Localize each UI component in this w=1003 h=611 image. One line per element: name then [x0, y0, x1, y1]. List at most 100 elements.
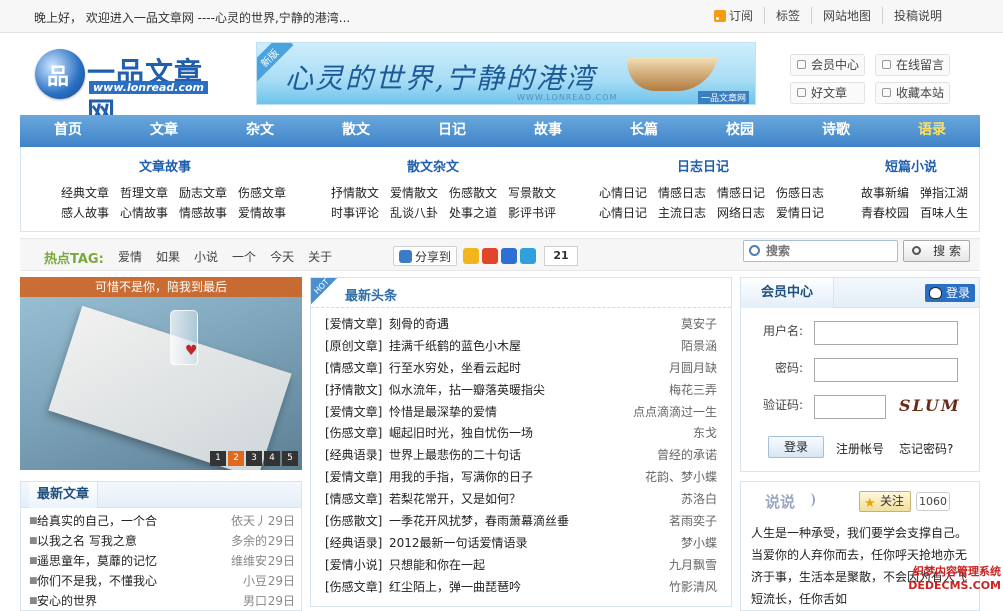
nav-long-novels[interactable]: 长篇: [596, 115, 692, 147]
search-input[interactable]: [766, 243, 894, 259]
subnav-link[interactable]: 爱情散文: [390, 184, 438, 201]
list-item[interactable]: ■ 遥思童年，莫蘼的记忆 维维安 29日: [29, 551, 295, 571]
nav-poetry[interactable]: 诗歌: [788, 115, 884, 147]
subnav-group-title[interactable]: 日志日记: [677, 156, 729, 175]
list-item[interactable]: [伤感文章] 红尘陌上，弹一曲琵琶吟 竹影清风: [325, 577, 717, 599]
username-field[interactable]: [814, 321, 958, 345]
subnav-row: 感人故事 心情故事 情感故事 爱情故事: [61, 204, 297, 221]
subnav-link[interactable]: 经典文章: [61, 184, 109, 201]
list-item[interactable]: [伤感散文] 一季花开风扰梦，春雨萧幕滴丝垂 茗雨奕子: [325, 511, 717, 533]
subnav-link[interactable]: 伤感文章: [238, 184, 286, 201]
nav-home[interactable]: 首页: [20, 115, 116, 147]
nav-diary[interactable]: 日记: [404, 115, 500, 147]
nav-stories[interactable]: 故事: [500, 115, 596, 147]
password-field[interactable]: [814, 358, 958, 382]
subnav-group-title[interactable]: 散文杂文: [407, 156, 459, 175]
sitemap-link[interactable]: 网站地图: [810, 7, 882, 24]
list-item[interactable]: ■ 安心的世界 男口 29日: [29, 591, 295, 611]
tags-link[interactable]: 标签: [763, 7, 811, 24]
subnav-link[interactable]: 弹指江湖: [920, 184, 968, 201]
follow-button[interactable]: ★ 关注: [859, 491, 911, 512]
list-item[interactable]: ■ 以我之名 写我之意 多余的 29日: [29, 531, 295, 551]
submission-link[interactable]: 投稿说明: [881, 7, 953, 24]
subnav-row: 青春校园 百味人生: [861, 204, 968, 221]
subnav-link[interactable]: 百味人生: [920, 204, 968, 221]
subnav-link[interactable]: 写景散文: [508, 184, 556, 201]
subnav-link[interactable]: 情感日志: [658, 184, 706, 201]
list-item[interactable]: [爱情文章] 刻骨的奇遇 莫安子: [325, 314, 717, 336]
subnav-link[interactable]: 情感日记: [717, 184, 765, 201]
list-item[interactable]: [经典语录] 2012最新一句话爱情语录 梦小蝶: [325, 533, 717, 555]
baidu-icon[interactable]: [501, 248, 518, 264]
list-item[interactable]: [爱情文章] 怜惜是最深挚的爱情 点点滴滴过一生: [325, 402, 717, 424]
list-item[interactable]: [原创文章] 挂满千纸鹤的蓝色小木屋 陌景涵: [325, 336, 717, 358]
subnav-link[interactable]: 时事评论: [331, 204, 379, 221]
subnav-link[interactable]: 乱谈八卦: [390, 204, 438, 221]
hot-tag[interactable]: 小说: [194, 250, 218, 264]
subnav-group-title[interactable]: 短篇小说: [885, 156, 937, 175]
slide-page-button[interactable]: 1: [210, 451, 226, 466]
nav-prose[interactable]: 散文: [308, 115, 404, 147]
subnav-link[interactable]: 伤感日志: [776, 184, 824, 201]
nav-campus[interactable]: 校园: [692, 115, 788, 147]
good-article-link[interactable]: 好文章: [790, 82, 865, 104]
subnav-link[interactable]: 哲理文章: [120, 184, 168, 201]
hot-tag[interactable]: 关于: [308, 250, 332, 264]
qzone-icon[interactable]: [463, 248, 480, 264]
list-item[interactable]: [伤感文章] 崛起旧时光，独自忧伤一场 东戈: [325, 423, 717, 445]
hot-tag[interactable]: 爱情: [118, 250, 142, 264]
list-item[interactable]: [经典语录] 世界上最悲伤的二十句话 曾经的承诺: [325, 445, 717, 467]
slide-page-button[interactable]: 5: [282, 451, 298, 466]
list-item[interactable]: ■ 给真实的自己，一个合 依天丿 29日: [29, 511, 295, 531]
guestbook-link[interactable]: 在线留言: [875, 54, 950, 76]
search-button[interactable]: 搜 索: [903, 240, 970, 262]
list-item[interactable]: [情感文章] 若梨花常开，又是如何？ 苏洛白: [325, 489, 717, 511]
list-item[interactable]: [爱情文章] 用我的手指，写满你的日子 花韵、梦小蝶: [325, 467, 717, 489]
register-link[interactable]: 注册帐号: [836, 440, 884, 457]
subnav-link[interactable]: 爱情故事: [238, 204, 286, 221]
hot-tag[interactable]: 一个: [232, 250, 256, 264]
slide-page-button[interactable]: 2: [228, 451, 244, 466]
weibo-icon[interactable]: [482, 248, 499, 264]
subnav-link[interactable]: 心情日记: [599, 184, 647, 201]
subnav-link[interactable]: 心情故事: [120, 204, 168, 221]
hot-tag[interactable]: 如果: [156, 250, 180, 264]
nav-articles[interactable]: 文章: [116, 115, 212, 147]
pengyou-icon[interactable]: [520, 248, 537, 264]
subnav-link[interactable]: 心情日记: [599, 204, 647, 221]
member-center-link[interactable]: 会员中心: [790, 54, 865, 76]
subnav-link[interactable]: 伤感散文: [449, 184, 497, 201]
subnav-link[interactable]: 网络日志: [717, 204, 765, 221]
list-item[interactable]: ■ 你们不是我，不懂我心 小豆 29日: [29, 571, 295, 591]
subnav-link[interactable]: 励志文章: [179, 184, 227, 201]
nav-quotes[interactable]: 语录: [884, 115, 980, 147]
subnav-link[interactable]: 情感故事: [179, 204, 227, 221]
site-logo[interactable]: 一品文章网 www.lonread.com: [35, 45, 220, 129]
bookmark-link[interactable]: 收藏本站: [875, 82, 950, 104]
subnav-link[interactable]: 主流日志: [658, 204, 706, 221]
share-button[interactable]: 分享到: [393, 246, 458, 266]
qq-login-button[interactable]: 登录: [924, 284, 975, 302]
slide-page-button[interactable]: 3: [246, 451, 262, 466]
hot-tag[interactable]: 今天: [270, 250, 294, 264]
captcha-field[interactable]: [814, 395, 886, 419]
list-item[interactable]: [爱情小说] 只想能和你在一起 九月飘雪: [325, 555, 717, 577]
forgot-password-link[interactable]: 忘记密码?: [899, 440, 953, 457]
subnav-link[interactable]: 感人故事: [61, 204, 109, 221]
featured-slideshow[interactable]: ♥ 可惜不是你，陪我到最后 12345: [20, 277, 302, 470]
header-banner[interactable]: 新版 心灵的世界,宁静的港湾 WWW.LONREAD.COM 一品文章网: [256, 42, 756, 105]
subnav-link[interactable]: 抒情散文: [331, 184, 379, 201]
captcha-image[interactable]: SLUM: [899, 396, 967, 420]
subnav-link[interactable]: 处事之道: [449, 204, 497, 221]
subnav-link[interactable]: 青春校园: [861, 204, 909, 221]
login-button[interactable]: 登录: [768, 436, 824, 458]
subnav-link[interactable]: 故事新编: [861, 184, 909, 201]
subscribe-link[interactable]: 订阅: [726, 7, 764, 24]
nav-essays[interactable]: 杂文: [212, 115, 308, 147]
list-item[interactable]: [情感文章] 行至水穷处，坐看云起时 月圆月缺: [325, 358, 717, 380]
list-item[interactable]: [抒情散文] 似水流年，拈一瓣落英暖指尖 梅花三弄: [325, 380, 717, 402]
subnav-link[interactable]: 爱情日记: [776, 204, 824, 221]
subnav-link[interactable]: 影评书评: [508, 204, 556, 221]
slide-page-button[interactable]: 4: [264, 451, 280, 466]
subnav-group-title[interactable]: 文章故事: [139, 156, 191, 175]
